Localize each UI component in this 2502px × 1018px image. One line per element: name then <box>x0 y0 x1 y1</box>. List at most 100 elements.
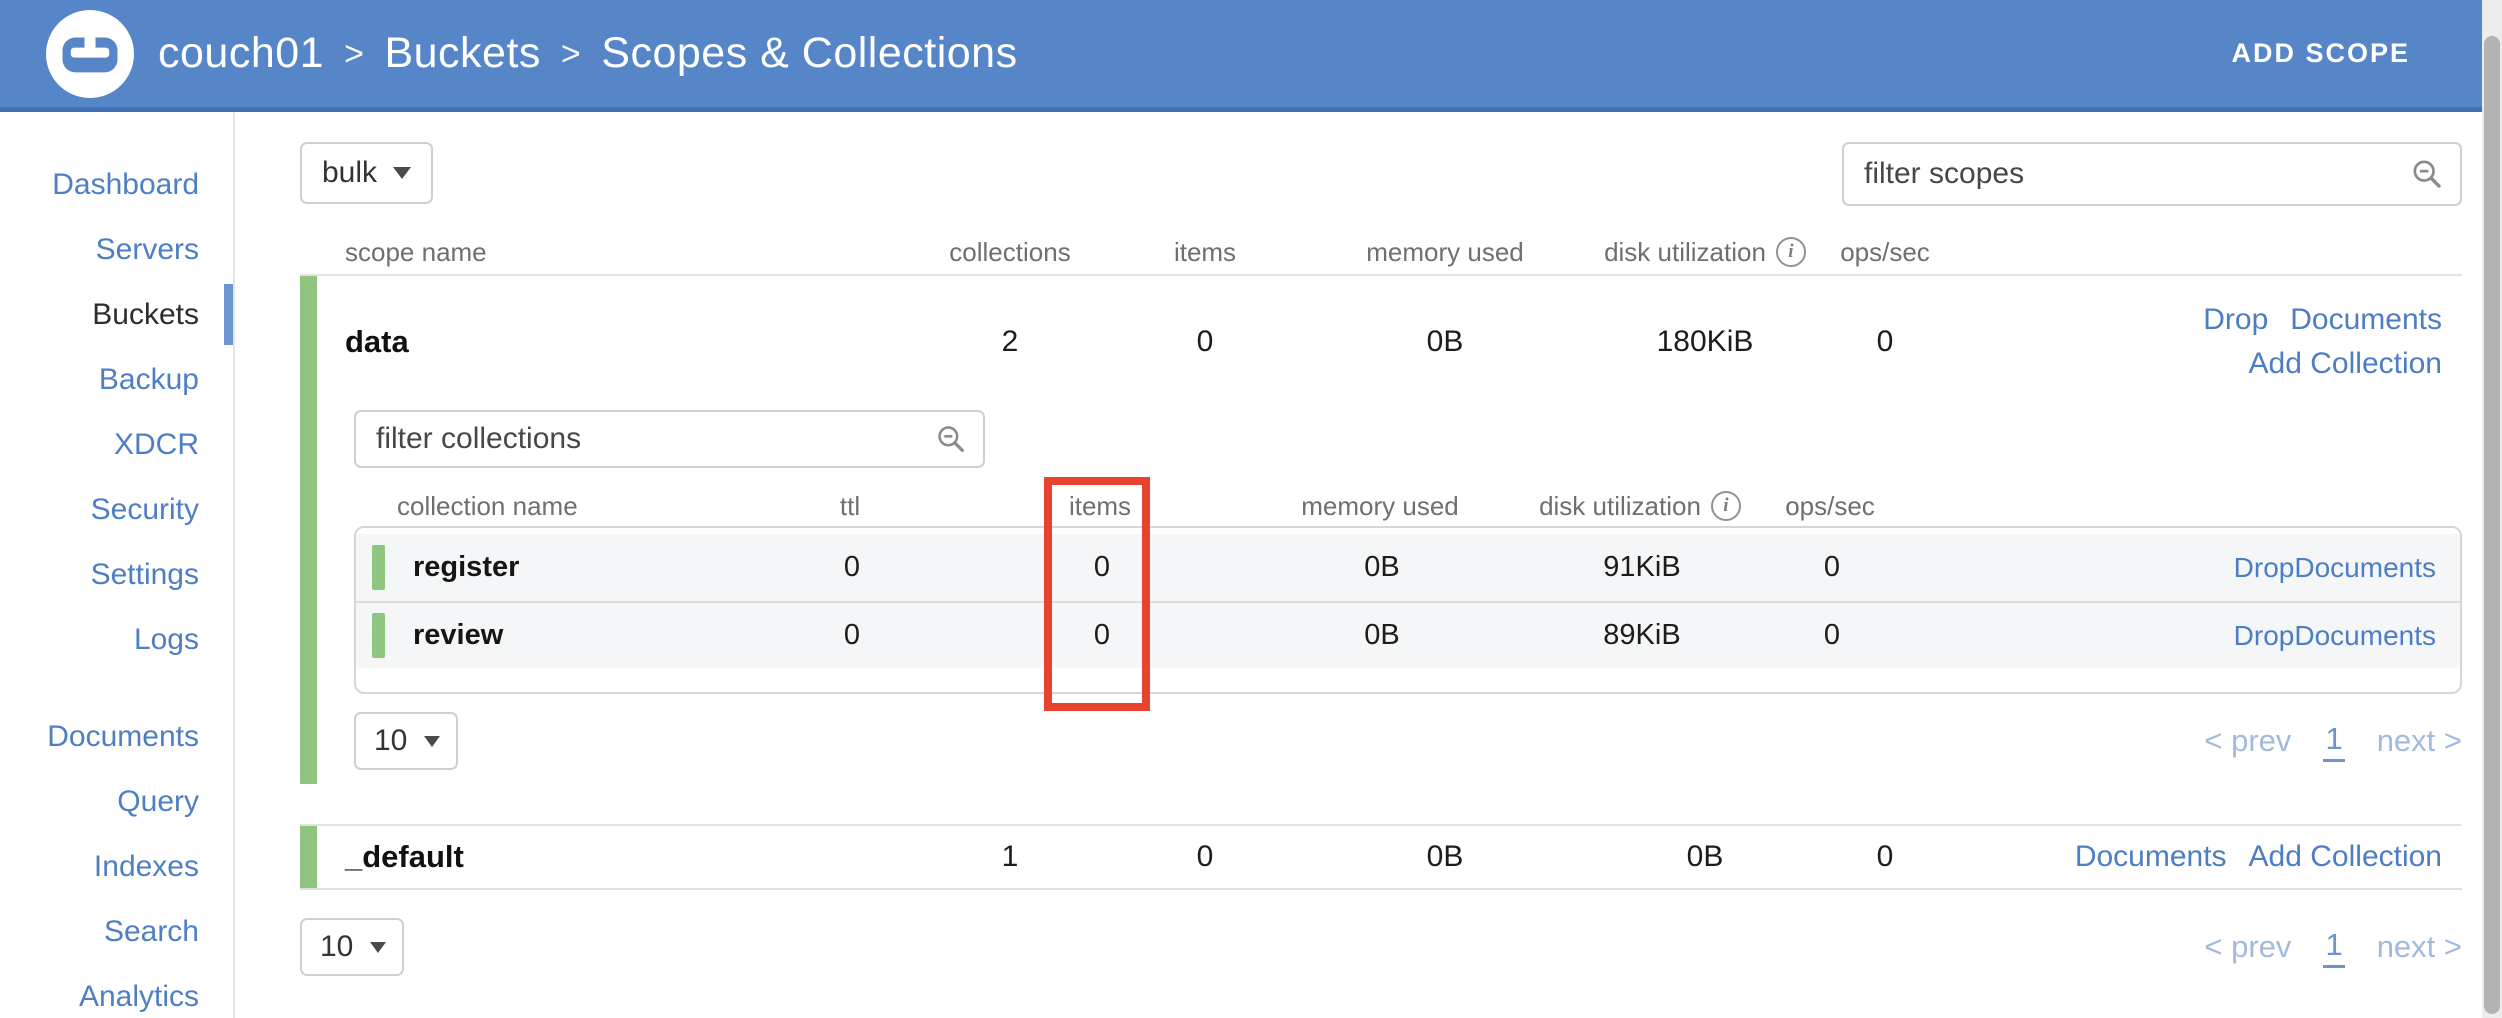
drop-collection-link[interactable]: Drop <box>2234 552 2295 583</box>
col-header-memory-used: memory used <box>1300 237 1590 268</box>
sidebar-item-indexes[interactable]: Indexes <box>0 834 233 899</box>
breadcrumb-cluster[interactable]: couch01 <box>158 29 324 78</box>
collection-green-bar <box>372 613 385 658</box>
search-icon <box>2410 157 2444 191</box>
scope-ops-sec: 0 <box>1820 325 1950 359</box>
filter-collections-input[interactable] <box>376 422 935 456</box>
sidebar-item-settings[interactable]: Settings <box>0 542 233 607</box>
scope-name[interactable]: _default <box>300 839 910 875</box>
body: Dashboard Servers Buckets Backup XDCR Se… <box>0 112 2502 1018</box>
collection-green-bar <box>372 545 385 590</box>
scope-row-default: _default 1 0 0B 0B 0 DocumentsAdd Collec… <box>300 824 2462 890</box>
collection-ops-sec: 0 <box>1762 551 1902 584</box>
page-size-dropdown[interactable]: 10 <box>300 918 404 976</box>
scope-collections-count: 1 <box>910 840 1110 874</box>
chevron-down-icon <box>370 942 386 953</box>
pagination: < prev 1 next > <box>2204 927 2462 968</box>
filter-scopes-input[interactable] <box>1864 157 2410 191</box>
next-page-link[interactable]: next > <box>2377 929 2462 965</box>
collection-disk-utilization: 89KiB <box>1522 619 1762 652</box>
collection-memory-used: 0B <box>1242 551 1522 584</box>
prev-page-link[interactable]: < prev <box>2204 929 2291 965</box>
scope-actions: Drop Documents Add Collection <box>1950 298 2462 386</box>
collection-row-register: register 0 0 0B 91KiB 0 DropDocuments <box>356 534 2460 601</box>
couchbase-logo-icon <box>46 10 134 98</box>
sidebar-item-analytics[interactable]: Analytics <box>0 964 233 1018</box>
scope-disk-utilization: 0B <box>1590 840 1820 874</box>
sidebar-item-backup[interactable]: Backup <box>0 347 233 412</box>
vertical-scrollbar-track[interactable] <box>2482 0 2502 1018</box>
info-icon[interactable]: i <box>1776 237 1806 267</box>
add-collection-link[interactable]: Add Collection <box>2249 347 2442 380</box>
filter-scopes-box <box>1842 142 2462 206</box>
add-scope-button[interactable]: ADD SCOPE <box>2231 38 2410 69</box>
collection-ops-sec: 0 <box>1762 619 1902 652</box>
col-header-disk-utilization: disk utilization i <box>1590 237 1820 268</box>
bulk-actions-dropdown[interactable]: bulk <box>300 142 433 204</box>
drop-scope-link[interactable]: Drop <box>2203 303 2268 336</box>
pagination: < prev 1 next > <box>2204 721 2462 762</box>
collections-rows-container: register 0 0 0B 91KiB 0 DropDocuments <box>354 526 2462 694</box>
chevron-down-icon <box>424 736 440 747</box>
page-size-dropdown[interactable]: 10 <box>354 712 458 770</box>
col-header-ttl: ttl <box>740 491 960 522</box>
prev-page-link[interactable]: < prev <box>2204 723 2291 759</box>
documents-link[interactable]: Documents <box>2294 620 2436 651</box>
bulk-dropdown-label: bulk <box>322 156 377 190</box>
search-icon <box>935 423 967 455</box>
current-page-link[interactable]: 1 <box>2323 721 2344 762</box>
collection-actions: DropDocuments <box>1902 552 2460 584</box>
collection-name[interactable]: register <box>413 551 519 584</box>
collection-items: 0 <box>962 619 1242 652</box>
breadcrumb-page-title: Scopes & Collections <box>601 29 1017 78</box>
collection-disk-utilization: 91KiB <box>1522 551 1762 584</box>
sidebar-item-servers[interactable]: Servers <box>0 217 233 282</box>
scope-name[interactable]: data <box>300 324 910 360</box>
disk-utilization-label: disk utilization <box>1539 491 1701 522</box>
scope-disk-utilization: 180KiB <box>1590 325 1820 359</box>
sidebar-item-dashboard[interactable]: Dashboard <box>0 152 233 217</box>
collection-name-cell: register <box>356 545 742 590</box>
chevron-down-icon <box>393 167 411 179</box>
collection-ttl: 0 <box>742 551 962 584</box>
sidebar-item-logs[interactable]: Logs <box>0 607 233 672</box>
sidebar-item-query[interactable]: Query <box>0 769 233 834</box>
collection-name[interactable]: review <box>413 619 503 652</box>
col-header-memory-used: memory used <box>1240 491 1520 522</box>
scope-table-header: scope name collections items memory used… <box>300 230 2462 274</box>
add-collection-link[interactable]: Add Collection <box>2249 840 2442 873</box>
documents-link[interactable]: Documents <box>2290 303 2442 336</box>
breadcrumb: couch01 > Buckets > Scopes & Collections <box>158 29 1018 78</box>
drop-collection-link[interactable]: Drop <box>2234 620 2295 651</box>
breadcrumb-buckets[interactable]: Buckets <box>384 29 540 78</box>
sidebar-item-buckets[interactable]: Buckets <box>0 282 233 347</box>
sidebar-item-xdcr[interactable]: XDCR <box>0 412 233 477</box>
col-header-collections: collections <box>910 237 1110 268</box>
sidebar-nav: Dashboard Servers Buckets Backup XDCR Se… <box>0 112 235 1018</box>
collection-items: 0 <box>962 551 1242 584</box>
collection-actions: DropDocuments <box>1902 620 2460 652</box>
collections-table-header: collection name ttl items memory used di… <box>354 486 2462 526</box>
scope-memory-used: 0B <box>1300 840 1590 874</box>
collections-pagination-row: 10 < prev 1 next > <box>354 712 2462 770</box>
collection-memory-used: 0B <box>1242 619 1522 652</box>
scope-panel-data: data 2 0 0B 180KiB 0 DropDocuments Add C… <box>300 274 2462 784</box>
next-page-link[interactable]: next > <box>2377 723 2462 759</box>
documents-link[interactable]: Documents <box>2075 840 2227 873</box>
page-size-value: 10 <box>374 724 407 758</box>
current-page-link[interactable]: 1 <box>2323 927 2344 968</box>
collection-ttl: 0 <box>742 619 962 652</box>
col-header-items: items <box>960 491 1240 522</box>
sidebar-item-security[interactable]: Security <box>0 477 233 542</box>
documents-link[interactable]: Documents <box>2294 552 2436 583</box>
page-size-value: 10 <box>320 930 353 964</box>
breadcrumb-separator: > <box>561 35 581 74</box>
couchbase-scopes-collections-screen: couch01 > Buckets > Scopes & Collections… <box>0 0 2502 1018</box>
col-header-ops-sec: ops/sec <box>1760 491 1900 522</box>
info-icon[interactable]: i <box>1711 491 1741 521</box>
sidebar-item-search[interactable]: Search <box>0 899 233 964</box>
active-item-indicator <box>224 284 233 345</box>
sidebar-item-documents[interactable]: Documents <box>0 704 233 769</box>
vertical-scrollbar-thumb[interactable] <box>2484 36 2500 1014</box>
scope-actions: Documents Add Collection <box>1950 840 2462 874</box>
